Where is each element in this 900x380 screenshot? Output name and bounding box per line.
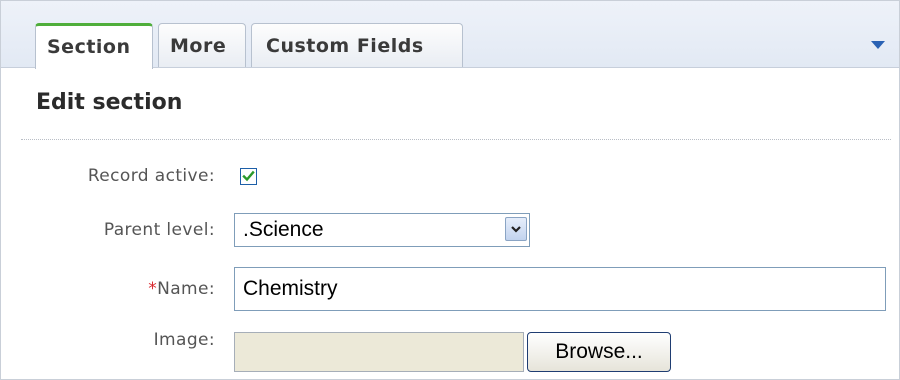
select-dropdown-button[interactable] [505, 217, 527, 241]
tab-custom-fields[interactable]: Custom Fields [251, 23, 463, 67]
parent-level-label: Parent level: [103, 220, 215, 240]
name-input[interactable]: Chemistry [234, 267, 886, 311]
name-label-text: Name: [157, 279, 215, 299]
record-active-label: Record active: [87, 166, 215, 186]
parent-level-select[interactable]: .Science [234, 213, 530, 247]
divider [21, 139, 891, 140]
parent-level-value: .Science [243, 218, 324, 241]
page-title: Edit section [36, 90, 183, 115]
required-marker: * [148, 279, 158, 299]
browse-button[interactable]: Browse... [527, 332, 671, 372]
tab-more[interactable]: More [158, 23, 246, 67]
tab-section[interactable]: Section [35, 23, 153, 69]
tab-menu-chevron-down-icon[interactable] [871, 41, 885, 49]
name-label: *Name: [148, 279, 215, 299]
edit-section-panel: Section More Custom Fields Edit section … [0, 0, 900, 380]
tab-strip: Section More Custom Fields [1, 1, 899, 69]
chevron-down-icon [511, 226, 521, 233]
checkmark-icon [242, 170, 255, 182]
record-active-checkbox[interactable] [240, 168, 257, 185]
image-file-input[interactable] [234, 332, 524, 372]
image-label: Image: [153, 330, 215, 350]
